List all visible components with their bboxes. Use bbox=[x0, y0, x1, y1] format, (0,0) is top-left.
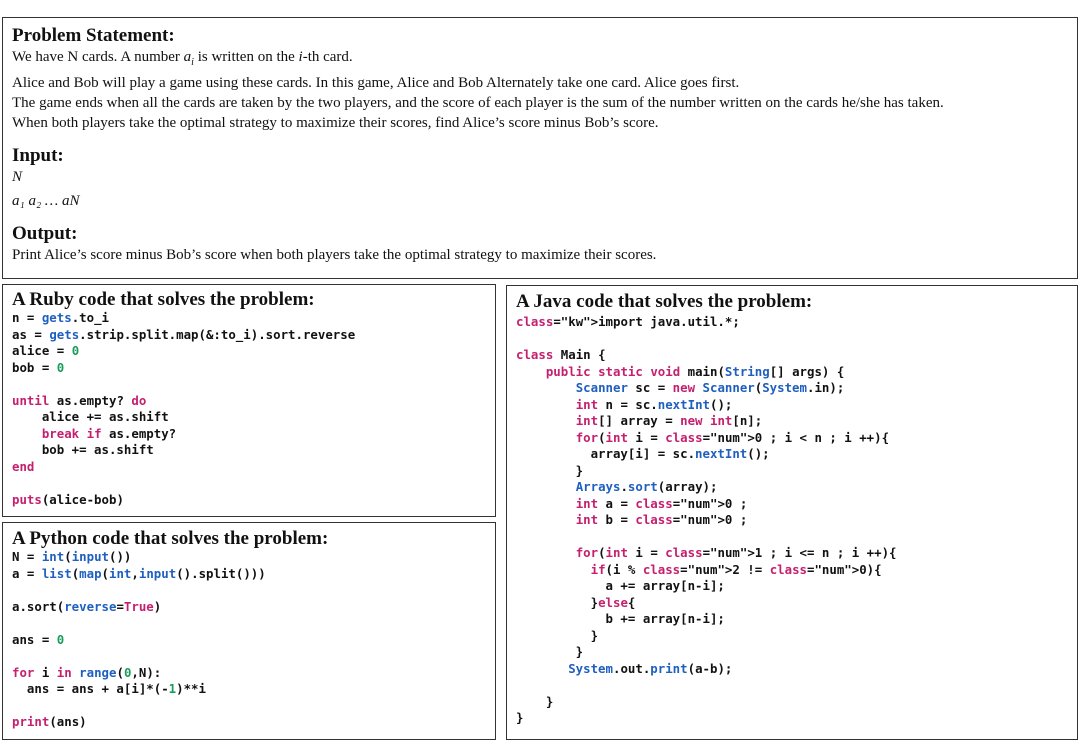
python-code-line: ans = 0 bbox=[12, 631, 65, 647]
python-code-line: print(ans) bbox=[12, 714, 87, 729]
python-code-block: N = int(input()) a = list(map(int,input()… bbox=[12, 549, 486, 731]
java-code-line: int a = class="num">0 ; bbox=[575, 495, 748, 511]
java-code-line: System.out.print(a-b); bbox=[568, 660, 733, 676]
java-code-line: } bbox=[516, 462, 584, 478]
input-heading: Input: bbox=[12, 145, 64, 166]
java-code-line: class Main { bbox=[516, 347, 606, 362]
java-code-line: } bbox=[516, 644, 584, 659]
python-code-line bbox=[12, 615, 486, 632]
ruby-code-line: until as.empty? do bbox=[12, 392, 147, 408]
java-code-line: public static void main(String[] args) { bbox=[545, 363, 845, 379]
java-code-line: Arrays.sort(array); bbox=[575, 479, 718, 494]
java-code-line: a += array[n-i]; bbox=[516, 578, 725, 593]
problem-line-1-c: -th card. bbox=[302, 49, 353, 65]
ruby-code-line: bob = 0 bbox=[12, 359, 65, 375]
output-heading: Output: bbox=[12, 223, 78, 244]
java-code-line: array[i] = sc.nextInt(); bbox=[516, 446, 770, 461]
java-code-line: }else{ bbox=[516, 594, 636, 610]
java-code-panel: A Java code that solves the problem: cla… bbox=[506, 285, 1078, 740]
python-code-line bbox=[12, 698, 486, 715]
problem-line-2: Alice and Bob will play a game using the… bbox=[12, 75, 740, 91]
java-code-block: class="kw">import java.util.*; class Mai… bbox=[516, 314, 1068, 727]
java-code-line: } bbox=[516, 627, 599, 643]
java-code-line bbox=[516, 331, 1068, 348]
ruby-code-line: n = gets.to_i bbox=[12, 310, 109, 325]
java-code-line: for(int i = class="num">1 ; i <= n ; i +… bbox=[575, 545, 897, 560]
ruby-code-line: puts(alice-bob) bbox=[12, 491, 124, 507]
java-code-line: } bbox=[516, 710, 524, 725]
problem-line-1-b: is written on the bbox=[193, 49, 299, 65]
java-code-line bbox=[516, 677, 1068, 694]
problem-line-1: We have N cards. A number ai is written … bbox=[12, 47, 1068, 73]
ruby-code-line: bob += as.shift bbox=[12, 442, 154, 457]
python-code-line bbox=[12, 648, 486, 665]
python-code-line: N = int(input()) bbox=[12, 549, 132, 564]
java-code-line bbox=[516, 529, 1068, 546]
ruby-code-panel: A Ruby code that solves the problem: n =… bbox=[2, 284, 496, 517]
ruby-code-line: alice = 0 bbox=[12, 343, 80, 358]
java-code-line: b += array[n-i]; bbox=[516, 611, 725, 626]
ruby-code-line bbox=[12, 376, 486, 393]
java-code-line: if(i % class="num">2 != class="num">0){ bbox=[590, 561, 882, 577]
java-code-line: class="kw">import java.util.*; bbox=[516, 314, 740, 329]
python-code-line bbox=[12, 582, 486, 599]
problem-statement-panel: Problem Statement: We have N cards. A nu… bbox=[2, 17, 1078, 279]
input-n: N bbox=[12, 169, 23, 185]
python-code-line: a = list(map(int,input().split())) bbox=[12, 565, 266, 581]
java-code-line: int b = class="num">0 ; bbox=[575, 512, 748, 527]
java-heading: A Java code that solves the problem: bbox=[516, 291, 813, 312]
input-sequence: a₁ a₂ … aN bbox=[12, 193, 80, 209]
java-code-line: Scanner sc = new Scanner(System.in); bbox=[575, 380, 845, 395]
problem-line-1-a: We have N cards. A number bbox=[12, 49, 184, 65]
python-code-line: ans = ans + a[i]*(-1)**i bbox=[12, 681, 206, 696]
python-heading: A Python code that solves the problem: bbox=[12, 528, 329, 549]
ruby-code-line: end bbox=[12, 458, 35, 474]
java-code-line: int n = sc.nextInt(); bbox=[575, 396, 733, 412]
java-code-line: for(int i = class="num">0 ; i < n ; i ++… bbox=[575, 429, 890, 445]
python-code-line: a.sort(reverse=True) bbox=[12, 598, 162, 614]
python-code-line: for i in range(0,N): bbox=[12, 664, 162, 680]
java-code-line: } bbox=[516, 693, 554, 709]
ruby-code-line: break if as.empty? bbox=[41, 425, 177, 441]
python-code-panel: A Python code that solves the problem: N… bbox=[2, 522, 496, 740]
java-code-line: int[] array = new int[n]; bbox=[575, 413, 763, 428]
ruby-heading: A Ruby code that solves the problem: bbox=[12, 289, 315, 310]
ruby-code-line: as = gets.strip.split.map(&:to_i).sort.r… bbox=[12, 326, 356, 342]
output-text: Print Alice’s score minus Bob’s score wh… bbox=[12, 247, 657, 263]
problem-line-3: The game ends when all the cards are tak… bbox=[12, 95, 944, 111]
problem-line-4: When both players take the optimal strat… bbox=[12, 115, 659, 131]
problem-statement-heading: Problem Statement: bbox=[12, 25, 175, 46]
ruby-code-block: n = gets.to_i as = gets.strip.split.map(&… bbox=[12, 310, 486, 508]
ruby-code-line bbox=[12, 475, 486, 492]
ruby-code-line: alice += as.shift bbox=[12, 409, 169, 424]
